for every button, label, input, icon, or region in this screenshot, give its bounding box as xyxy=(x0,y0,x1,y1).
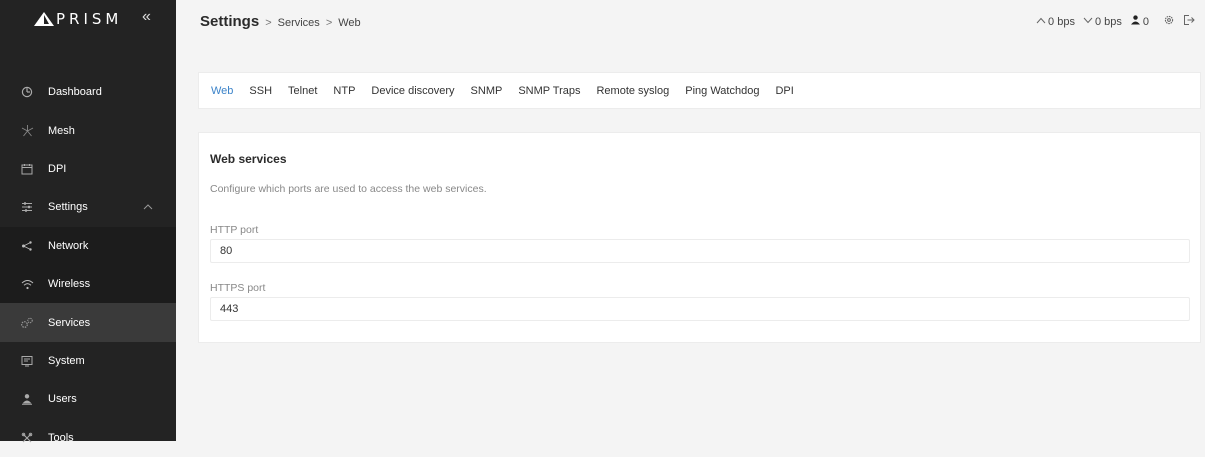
upload-chevron-icon xyxy=(1036,16,1046,27)
https-port-input[interactable] xyxy=(210,297,1190,321)
upload-rate: 0 bps xyxy=(1036,16,1075,28)
sidebar-item-label: DPI xyxy=(48,162,67,175)
prism-logo: PRISM xyxy=(34,10,122,28)
sidebar-item-system[interactable]: System xyxy=(0,342,176,380)
tab-telnet[interactable]: Telnet xyxy=(288,85,317,97)
mesh-icon xyxy=(20,124,34,138)
users-count: 0 xyxy=(1142,15,1149,28)
tab-ntp[interactable]: NTP xyxy=(333,85,355,97)
card-description: Configure which ports are used to access… xyxy=(210,183,487,195)
system-icon xyxy=(20,354,34,368)
sidebar-item-network[interactable]: Network xyxy=(0,226,176,265)
tools-icon xyxy=(20,431,34,445)
logout-icon[interactable] xyxy=(1183,14,1195,29)
status-bar: 0 bps 0 bps 0 xyxy=(1036,14,1195,29)
settings-sliders-icon xyxy=(20,200,34,214)
breadcrumb: Settings > Services > Web xyxy=(200,13,361,30)
wifi-icon xyxy=(20,277,34,291)
https-port-label: HTTPS port xyxy=(210,282,266,294)
breadcrumb-services[interactable]: Services xyxy=(278,17,320,29)
sidebar-nav: Dashboard Mesh DPI Settings Network Wire… xyxy=(0,73,176,457)
web-services-card: Web services Configure which ports are u… xyxy=(198,132,1201,343)
sidebar-item-label: Services xyxy=(48,316,91,329)
sidebar-item-users[interactable]: Users xyxy=(0,380,176,418)
sidebar-item-label: Users xyxy=(48,393,77,406)
download-rate: 0 bps xyxy=(1083,16,1122,28)
topbar: Settings > Services > Web 0 bps 0 bps 0 xyxy=(176,0,1205,44)
gear-icon[interactable] xyxy=(1163,14,1175,29)
sidebar-item-services[interactable]: Services xyxy=(0,303,176,342)
chevron-up-icon xyxy=(143,202,153,213)
sidebar-item-dpi[interactable]: DPI xyxy=(0,150,176,188)
tab-web[interactable]: Web xyxy=(211,85,233,97)
services-tabs: Web SSH Telnet NTP Device discovery SNMP… xyxy=(198,72,1201,109)
tab-snmp-traps[interactable]: SNMP Traps xyxy=(518,85,580,97)
download-value: 0 bps xyxy=(1094,15,1122,28)
sidebar-item-wireless[interactable]: Wireless xyxy=(0,264,176,304)
sidebar: PRISM « Dashboard Mesh DPI Settings Netw… xyxy=(0,0,176,444)
dashboard-icon xyxy=(20,85,34,99)
sidebar-item-tools[interactable]: Tools xyxy=(0,419,176,457)
sidebar-item-label: Tools xyxy=(48,431,74,444)
tab-snmp[interactable]: SNMP xyxy=(471,85,503,97)
tab-device-discovery[interactable]: Device discovery xyxy=(371,85,454,97)
tab-dpi[interactable]: DPI xyxy=(775,85,793,97)
breadcrumb-web: Web xyxy=(338,17,361,29)
user-icon xyxy=(1130,15,1141,28)
chevron-right-icon: > xyxy=(325,17,333,29)
prism-logo-icon xyxy=(34,12,54,26)
collapse-sidebar-icon[interactable]: « xyxy=(142,8,151,26)
connected-users: 0 xyxy=(1130,15,1149,28)
sidebar-item-mesh[interactable]: Mesh xyxy=(0,111,176,149)
http-port-label: HTTP port xyxy=(210,224,259,236)
page-title[interactable]: Settings xyxy=(200,13,259,30)
download-chevron-icon xyxy=(1083,16,1093,27)
sidebar-item-label: Dashboard xyxy=(48,86,102,99)
chevron-right-icon: > xyxy=(265,17,272,29)
sidebar-item-settings[interactable]: Settings xyxy=(0,188,176,226)
brand-name: PRISM xyxy=(56,10,123,28)
tab-ssh[interactable]: SSH xyxy=(249,85,272,97)
services-gears-icon xyxy=(20,316,34,330)
sidebar-item-label: Wireless xyxy=(48,278,91,291)
sidebar-item-label: Mesh xyxy=(48,124,75,137)
network-share-icon xyxy=(20,239,34,253)
card-title: Web services xyxy=(210,152,287,166)
sidebar-item-label: Network xyxy=(48,239,89,252)
tab-ping-watchdog[interactable]: Ping Watchdog xyxy=(685,85,759,97)
users-icon xyxy=(20,392,34,406)
calendar-icon xyxy=(20,162,34,176)
brand: PRISM « xyxy=(0,0,176,38)
sidebar-item-label: Settings xyxy=(48,201,88,214)
upload-value: 0 bps xyxy=(1048,15,1075,28)
http-port-input[interactable] xyxy=(210,239,1190,263)
sidebar-item-label: System xyxy=(48,354,85,367)
sidebar-item-dashboard[interactable]: Dashboard xyxy=(0,73,176,111)
tab-remote-syslog[interactable]: Remote syslog xyxy=(596,85,669,97)
